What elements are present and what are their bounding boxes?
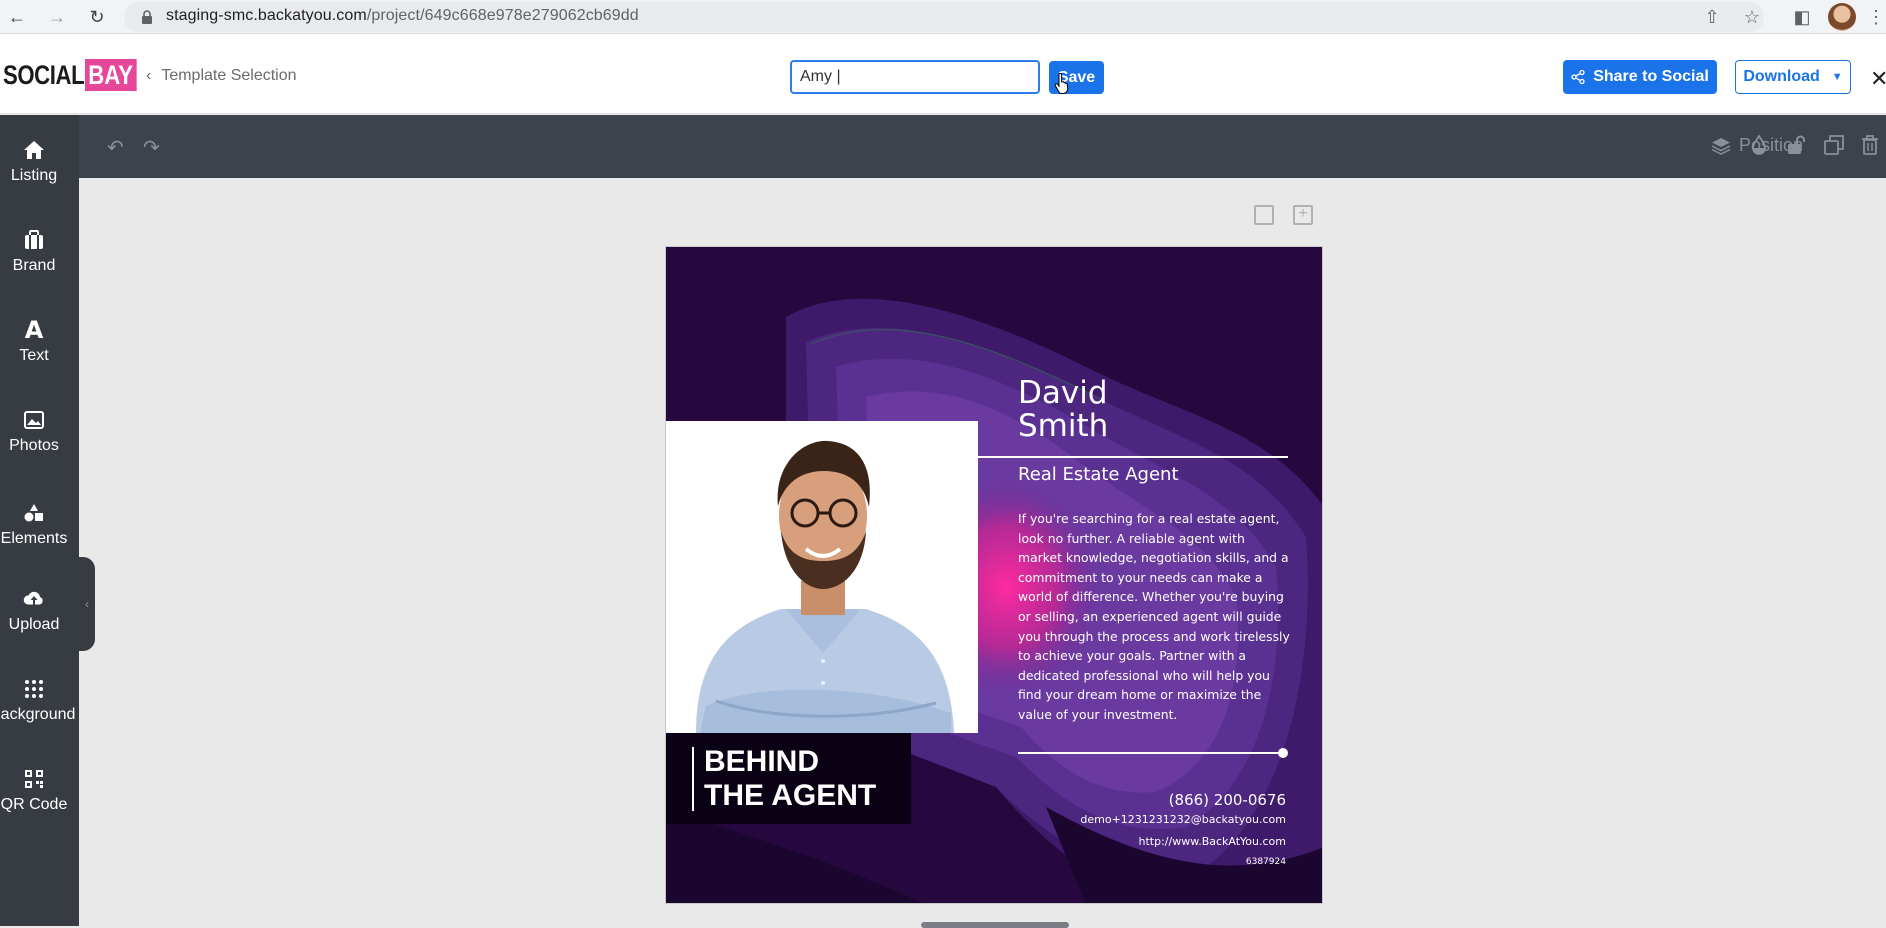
profile-avatar[interactable] — [1828, 3, 1856, 31]
agent-title[interactable]: Real Estate Agent — [1018, 464, 1179, 485]
text-icon: A — [24, 316, 44, 344]
chrome-menu-icon[interactable]: ⋮ — [1864, 5, 1886, 29]
sidebar-item-upload[interactable]: Upload — [0, 586, 68, 634]
duplicate-icon[interactable] — [1824, 135, 1844, 161]
duplicate-page-icon[interactable] — [1254, 205, 1274, 225]
briefcase-icon — [0, 227, 68, 253]
undo-icon[interactable]: ↶ — [107, 135, 124, 160]
opacity-drop-icon[interactable] — [1751, 134, 1767, 161]
trash-icon[interactable] — [1861, 135, 1879, 161]
back-arrow-icon[interactable]: ← — [4, 4, 30, 30]
left-sidebar: Listing Brand A Text Photos Elements Upl… — [0, 115, 79, 926]
social-bay-logo[interactable]: SOCIAL BAY — [3, 59, 148, 91]
behind-the-agent-banner[interactable]: BEHIND THE AGENT — [666, 733, 911, 824]
sidebar-collapse-handle[interactable]: ‹ — [79, 557, 95, 651]
chevron-left-icon: ‹ — [146, 67, 152, 84]
dots-grid-icon — [0, 676, 68, 702]
divider-dot — [1278, 748, 1288, 758]
unlock-icon[interactable] — [1787, 135, 1805, 161]
sidebar-item-qr-code[interactable]: QR Code — [0, 766, 68, 814]
agent-photo[interactable] — [666, 421, 978, 733]
chevron-left-icon: ‹ — [85, 597, 89, 611]
share-to-social-button[interactable]: Share to Social — [1563, 60, 1717, 94]
agent-name[interactable]: David Smith — [1018, 377, 1108, 443]
lock-icon — [142, 10, 152, 24]
app-header: SOCIAL BAY ‹ Template Selection Save Sha… — [0, 34, 1886, 114]
name-divider-line[interactable] — [978, 456, 1288, 458]
side-panel-icon[interactable]: ◧ — [1790, 5, 1814, 29]
browser-toolbar: ← → ↻ staging-smc.backatyou.com/project/… — [0, 0, 1886, 34]
editor-toolbar: ↶ ↷ Position — [79, 115, 1886, 178]
url-text[interactable]: staging-smc.backatyou.com/project/649c66… — [166, 7, 639, 25]
agent-phone[interactable]: (866) 200-0676 — [1169, 791, 1286, 809]
forward-arrow-icon[interactable]: → — [44, 4, 70, 30]
reload-icon[interactable]: ↻ — [84, 4, 110, 30]
bio-divider-line[interactable] — [1018, 752, 1286, 754]
add-page-icon[interactable]: + — [1293, 205, 1313, 225]
shapes-icon — [0, 500, 68, 526]
template-selection-link[interactable]: ‹ Template Selection — [146, 67, 297, 85]
close-icon[interactable]: ✕ — [1870, 66, 1886, 92]
image-icon — [0, 407, 68, 433]
agent-website[interactable]: http://www.BackAtYou.com — [1139, 835, 1286, 848]
canvas-scroll-handle[interactable] — [921, 922, 1069, 928]
bookmark-star-icon[interactable]: ☆ — [1740, 5, 1764, 29]
sidebar-item-background[interactable]: Background — [0, 676, 75, 724]
download-button[interactable]: Download ▼ — [1735, 60, 1851, 94]
share-icon — [1571, 70, 1585, 84]
qr-code-icon — [0, 766, 68, 792]
agent-bio[interactable]: If you're searching for a real estate ag… — [1018, 509, 1290, 725]
sidebar-item-brand[interactable]: Brand — [0, 227, 68, 275]
upload-icon — [0, 586, 68, 612]
sidebar-item-elements[interactable]: Elements — [0, 500, 68, 548]
banner-accent-bar — [692, 747, 694, 811]
caret-down-icon: ▼ — [1831, 71, 1843, 83]
agent-email[interactable]: demo+1231231232@backatyou.com — [1080, 813, 1286, 826]
home-icon — [0, 137, 68, 163]
banner-text: BEHIND THE AGENT — [704, 745, 877, 812]
hand-cursor-icon — [1054, 73, 1069, 94]
redo-icon[interactable]: ↷ — [143, 135, 160, 160]
design-artboard[interactable]: David Smith Real Estate Agent If you're … — [665, 246, 1323, 904]
sidebar-item-listing[interactable]: Listing — [0, 137, 68, 185]
agent-license[interactable]: 6387924 — [1246, 857, 1286, 867]
sidebar-item-photos[interactable]: Photos — [0, 407, 68, 455]
layers-icon — [1711, 137, 1731, 155]
share-page-icon[interactable]: ⇧ — [1700, 5, 1724, 29]
sidebar-item-text[interactable]: A Text — [0, 316, 68, 365]
project-name-input[interactable] — [790, 60, 1040, 94]
